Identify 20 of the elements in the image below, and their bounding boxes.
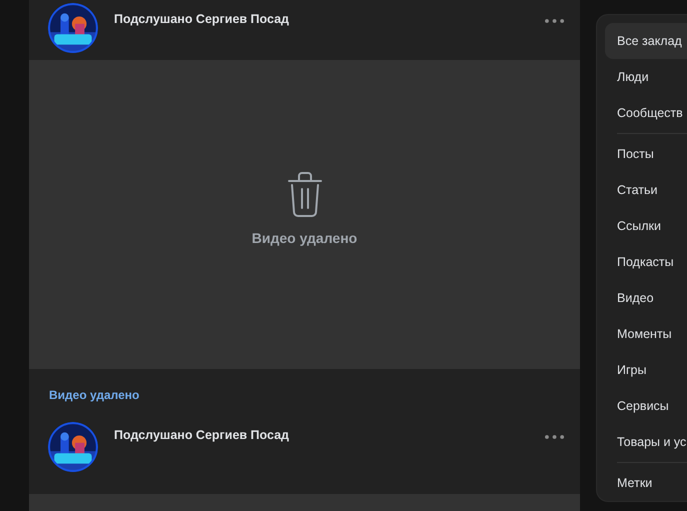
trash-icon xyxy=(286,172,322,218)
sidebar-item[interactable]: Подкасты xyxy=(605,244,687,280)
sidebar-item[interactable]: Моменты xyxy=(605,316,687,352)
author-name[interactable]: Подслушано Сергиев Посад xyxy=(114,428,529,442)
post-caption-link[interactable]: Видео удалено xyxy=(49,388,560,402)
sidebar-item[interactable]: Товары и ус xyxy=(605,424,687,460)
sidebar-item[interactable]: Сервисы xyxy=(605,388,687,424)
sidebar-item[interactable]: Сообществ xyxy=(605,95,687,131)
sidebar-item[interactable]: Все заклад xyxy=(605,23,687,59)
more-icon[interactable] xyxy=(545,435,564,439)
more-icon[interactable] xyxy=(545,19,564,23)
sidebar-item[interactable]: Видео xyxy=(605,280,687,316)
sidebar-item[interactable]: Посты xyxy=(605,136,687,172)
sidebar-item[interactable]: Игры xyxy=(605,352,687,388)
sidebar-item[interactable]: Метки xyxy=(605,465,687,501)
video-deleted-message: Видео удалено xyxy=(252,230,358,246)
sidebar-item[interactable]: Статьи xyxy=(605,172,687,208)
sidebar-item[interactable]: Ссылки xyxy=(605,208,687,244)
author-name[interactable]: Подслушано Сергиев Посад xyxy=(114,12,529,26)
sidebar-item[interactable]: Люди xyxy=(605,59,687,95)
